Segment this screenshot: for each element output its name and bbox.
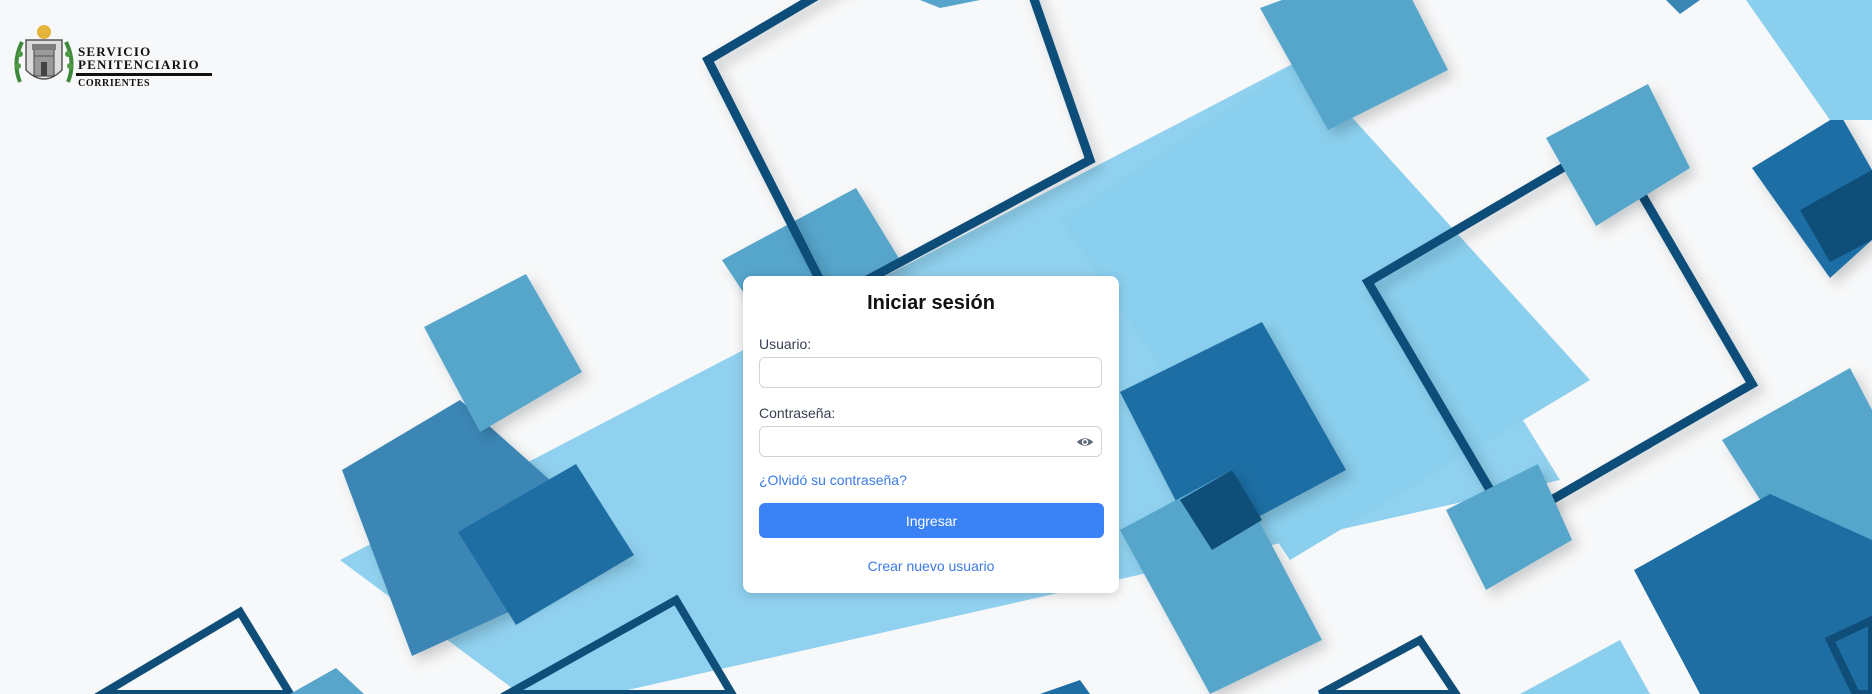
coat-of-arms-emblem [14,25,74,83]
login-submit-button[interactable]: Ingresar [759,503,1104,538]
password-label: Contraseña: [759,405,836,421]
logo: SERVICIO PENITENCIARIO CORRIENTES [12,22,212,92]
logo-divider [76,73,212,76]
login-title: Iniciar sesión [867,292,995,314]
login-card: Iniciar sesión Usuario: Contraseña: ¿Olv… [743,276,1119,593]
logo-text-penitenciario: PENITENCIARIO [78,57,200,72]
username-label: Usuario: [759,336,812,352]
create-user-link[interactable]: Crear nuevo usuario [743,558,1119,574]
logo-text-corrientes: CORRIENTES [78,78,151,89]
password-field[interactable] [759,426,1102,457]
eye-icon[interactable] [1075,433,1095,451]
login-submit-label: Ingresar [905,512,958,529]
username-field[interactable] [759,357,1102,388]
forgot-password-link[interactable]: ¿Olvidó su contraseña? [759,472,907,488]
